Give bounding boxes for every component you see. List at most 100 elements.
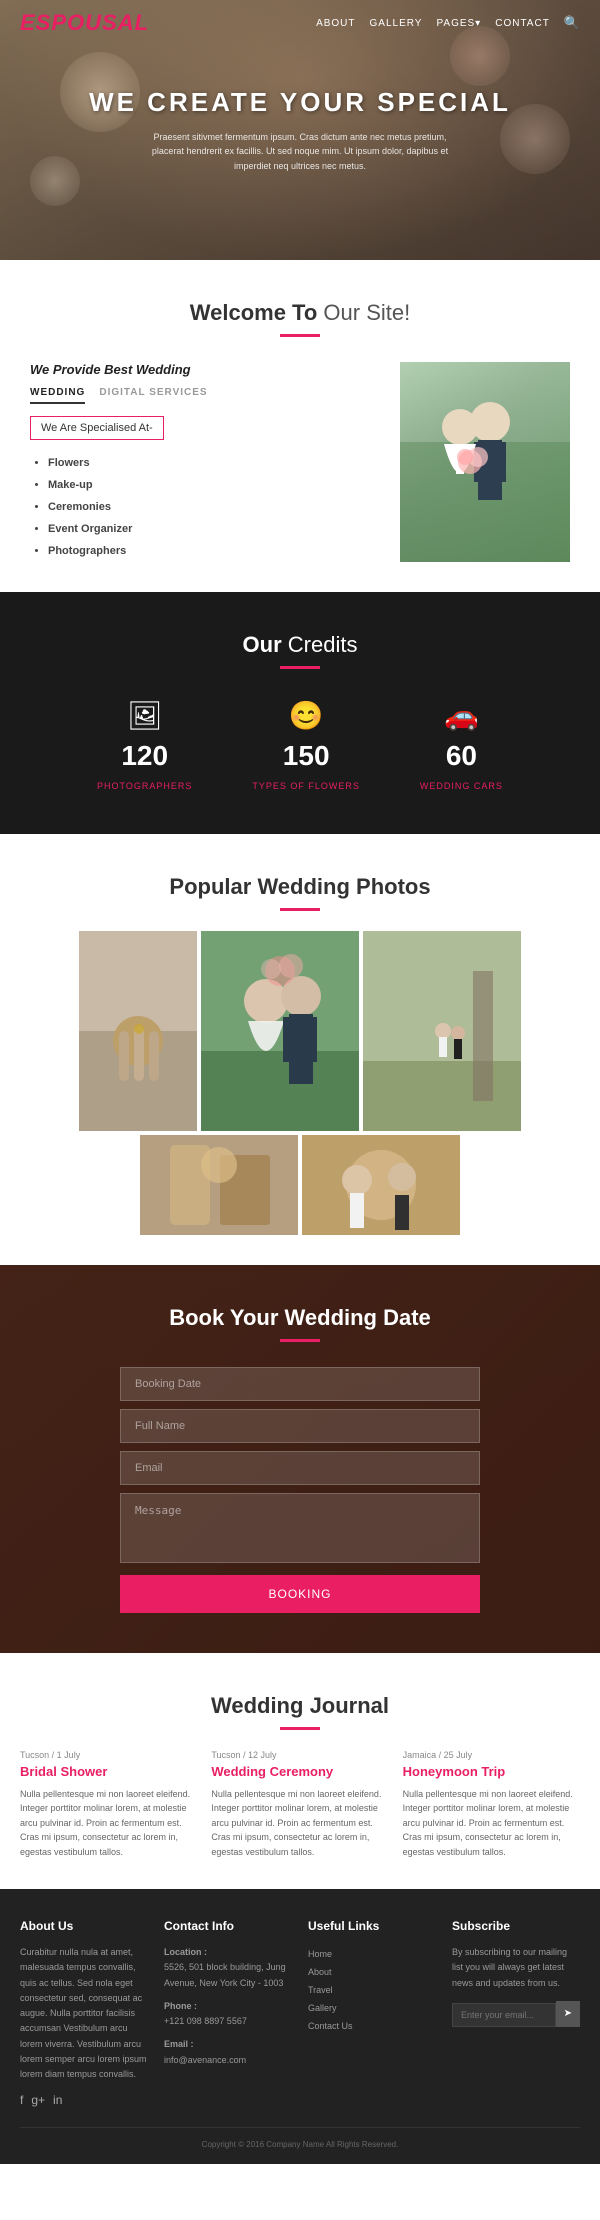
specialised-box: We Are Specialised At- (30, 416, 164, 440)
flowers-label: TYPES OF FLOWERS (252, 781, 360, 791)
journal-text-3: Nulla pellentesque mi non laoreet eleife… (403, 1787, 580, 1859)
footer-contact: Contact Info Location : 5526, 501 block … (164, 1919, 292, 2107)
footer-about-title: About Us (20, 1919, 148, 1933)
footer-link-about[interactable]: About (308, 1963, 436, 1981)
footer-links-title: Useful Links (308, 1919, 436, 1933)
photos-row1 (20, 931, 580, 1131)
footer-link-gallery[interactable]: Gallery (308, 1999, 436, 2017)
credits-grid: 🖼 120 PHOTOGRAPHERS 😊 150 TYPES OF FLOWE… (20, 699, 580, 794)
credit-photographers: 🖼 120 PHOTOGRAPHERS (97, 699, 192, 794)
journal-title-3[interactable]: Honeymoon Trip (403, 1764, 580, 1779)
welcome-left: We Provide Best Wedding WEDDING DIGITAL … (30, 362, 380, 562)
journal-title-2[interactable]: Wedding Ceremony (211, 1764, 388, 1779)
photo-3[interactable] (363, 931, 521, 1131)
booking-underline (280, 1339, 320, 1342)
credit-cars: 🚗 60 WEDDING CARS (420, 699, 503, 794)
google-plus-icon[interactable]: g+ (31, 2093, 45, 2107)
journal-card-2: Tucson / 12 July Wedding Ceremony Nulla … (211, 1750, 388, 1859)
photos-underline (280, 908, 320, 911)
cars-count: 60 (420, 740, 503, 772)
welcome-subtitle: We Provide Best Wedding (30, 362, 380, 377)
list-item: Flowers (48, 452, 380, 474)
photographers-label: PHOTOGRAPHERS (97, 781, 192, 791)
journal-meta-2: Tucson / 12 July (211, 1750, 388, 1760)
footer-grid: About Us Curabitur nulla nula at amet, m… (20, 1919, 580, 2107)
tab-digital[interactable]: DIGITAL SERVICES (99, 387, 207, 404)
logo[interactable]: ESPOUSAL (20, 10, 149, 36)
welcome-list: Flowers Make-up Ceremonies Event Organiz… (30, 452, 380, 562)
journal-title: Wedding Journal (20, 1693, 580, 1719)
journal-card-1: Tucson / 1 July Bridal Shower Nulla pell… (20, 1750, 197, 1859)
nav-pages[interactable]: PAGES▾ (436, 18, 481, 29)
nav-contact[interactable]: CONTACT (495, 18, 550, 29)
credits-underline (280, 666, 320, 669)
flowers-icon: 😊 (252, 699, 360, 732)
nav-gallery[interactable]: GALLERY (370, 18, 423, 29)
photo-2[interactable] (201, 931, 359, 1131)
journal-meta-3: Jamaica / 25 July (403, 1750, 580, 1760)
hero-title: WE CREATE YOUR SPECIAL (89, 87, 511, 118)
credits-section: Our Credits 🖼 120 PHOTOGRAPHERS 😊 150 TY… (0, 592, 600, 834)
photo-5[interactable] (302, 1135, 460, 1235)
booking-form: Booking (120, 1367, 480, 1613)
booking-name-input[interactable] (120, 1409, 480, 1443)
photo-4[interactable] (140, 1135, 298, 1235)
footer-contact-title: Contact Info (164, 1919, 292, 1933)
footer-subscribe-row: ➤ (452, 1997, 580, 2027)
footer-about: About Us Curabitur nulla nula at amet, m… (20, 1919, 148, 2107)
facebook-icon[interactable]: f (20, 2093, 23, 2107)
welcome-title: Welcome To Our Site! (30, 300, 570, 326)
welcome-section: Welcome To Our Site! We Provide Best Wed… (0, 260, 600, 592)
photographers-icon: 🖼 (97, 699, 192, 732)
copyright-text: Copyright © 2016 Company Name All Rights… (202, 2140, 399, 2149)
list-item: Ceremonies (48, 496, 380, 518)
footer-social: f g+ in (20, 2093, 148, 2107)
journal-text-2: Nulla pellentesque mi non laoreet eleife… (211, 1787, 388, 1859)
hero-description: Praesent sitivmet fermentum ipsum. Cras … (140, 130, 460, 173)
journal-underline (280, 1727, 320, 1730)
specialised-label: We Are Specialised At- (41, 422, 153, 434)
journal-grid: Tucson / 1 July Bridal Shower Nulla pell… (20, 1750, 580, 1859)
booking-email-input[interactable] (120, 1451, 480, 1485)
tab-wedding[interactable]: WEDDING (30, 387, 85, 404)
footer-subscribe-button[interactable]: ➤ (556, 2001, 580, 2027)
photos-section: Popular Wedding Photos (0, 834, 600, 1265)
welcome-image (400, 362, 570, 562)
footer-email: Email : info@avenance.com (164, 2037, 292, 2068)
journal-meta-1: Tucson / 1 July (20, 1750, 197, 1760)
footer-subscribe-text: By subscribing to our mailing list you w… (452, 1945, 580, 1991)
flowers-count: 150 (252, 740, 360, 772)
header: ESPOUSAL ABOUT GALLERY PAGES▾ CONTACT 🔍 (0, 0, 600, 46)
cars-icon: 🚗 (420, 699, 503, 732)
photo-1[interactable] (79, 931, 197, 1131)
footer-link-contact[interactable]: Contact Us (308, 2017, 436, 2035)
booking-message-input[interactable] (120, 1493, 480, 1563)
footer-about-text: Curabitur nulla nula at amet, malesuada … (20, 1945, 148, 2083)
journal-text-1: Nulla pellentesque mi non laoreet eleife… (20, 1787, 197, 1859)
journal-title-1[interactable]: Bridal Shower (20, 1764, 197, 1779)
booking-date-input[interactable] (120, 1367, 480, 1401)
booking-submit-button[interactable]: Booking (120, 1575, 480, 1613)
footer-links-list: Home About Travel Gallery Contact Us (308, 1945, 436, 2035)
nav-about[interactable]: ABOUT (316, 18, 355, 29)
credits-title: Our Credits (20, 632, 580, 658)
welcome-underline (280, 334, 320, 337)
welcome-content: We Provide Best Wedding WEDDING DIGITAL … (30, 362, 570, 562)
credit-flowers: 😊 150 TYPES OF FLOWERS (252, 699, 360, 794)
photographers-count: 120 (97, 740, 192, 772)
cars-label: WEDDING CARS (420, 781, 503, 791)
photos-row2 (20, 1135, 580, 1235)
footer-bottom: Copyright © 2016 Company Name All Rights… (20, 2127, 580, 2149)
journal-section: Wedding Journal Tucson / 1 July Bridal S… (0, 1653, 600, 1889)
booking-title: Book Your Wedding Date (20, 1305, 580, 1331)
footer-link-home[interactable]: Home (308, 1945, 436, 1963)
tabs-row: WEDDING DIGITAL SERVICES (30, 387, 380, 404)
list-item: Make-up (48, 474, 380, 496)
search-icon[interactable]: 🔍 (564, 15, 580, 31)
footer-link-travel[interactable]: Travel (308, 1981, 436, 1999)
footer-links: Useful Links Home About Travel Gallery C… (308, 1919, 436, 2107)
footer-phone: Phone : +121 098 8897 5567 (164, 1999, 292, 2030)
booking-section: Book Your Wedding Date Booking (0, 1265, 600, 1653)
linkedin-icon[interactable]: in (53, 2093, 62, 2107)
footer-email-input[interactable] (452, 2003, 556, 2027)
